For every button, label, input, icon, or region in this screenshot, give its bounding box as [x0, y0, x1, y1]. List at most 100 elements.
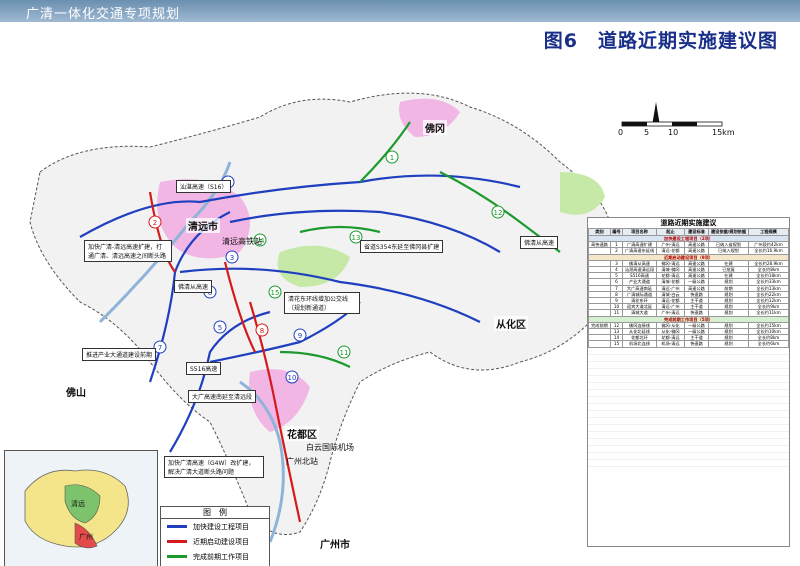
place-qingyuan: 清远市: [186, 218, 220, 233]
scale-tick-15: 15km: [712, 128, 735, 137]
svg-text:8: 8: [260, 327, 264, 335]
place-airport: 白云国际机场: [306, 443, 354, 452]
scale-bar: 0 5 10 15km: [614, 102, 774, 148]
legend-row: 完成前期工作项目: [161, 549, 269, 564]
table-header: 工程规模: [748, 228, 789, 236]
plan-table: 类别 编号 项目名称 起止 建设标准 建设依据/规划依据 工程规模 加快建设工程…: [588, 228, 789, 348]
svg-text:2: 2: [153, 219, 157, 227]
callout-4: 佛清从高速: [520, 236, 559, 249]
svg-text:3: 3: [230, 254, 234, 262]
table-header: 建设标准: [684, 228, 709, 236]
callout-1: 加快广清-清远高速扩建，打通广清、清远高速之间断头路: [84, 240, 172, 262]
table-cell: 高速公路: [684, 272, 709, 280]
table-row: 15 机场北连线 机场-清远 快速路 规划 全长约6km: [588, 340, 789, 348]
scale-tick-0: 0: [618, 128, 624, 137]
legend-row: 近期启动建设项目: [161, 534, 269, 549]
table-cell: 快速路: [684, 340, 709, 348]
table-cell: 广清高速东延线: [622, 247, 657, 255]
place-gz-north: 广州北站: [286, 457, 318, 466]
svg-text:10: 10: [288, 374, 297, 382]
route-badge-15: 15: [268, 285, 282, 299]
route-badge-9: 9: [293, 328, 307, 342]
scale-graphic: [621, 102, 723, 127]
document-title: 广清一体化交通专项规划: [26, 7, 181, 22]
table-header: 编号: [610, 228, 623, 236]
table-cell: 全长约16.9km: [748, 247, 789, 255]
route-badge-8: 8: [255, 323, 269, 337]
table-cell: 全长约28.9km: [748, 259, 789, 268]
table-cell: 广州段约42km: [748, 241, 789, 249]
legend-label: 加快建设工程项目: [193, 522, 249, 531]
route-badge-1: 1: [385, 150, 399, 164]
table-row: 13 从化北延线 从化-佛冈 一级公路 规划 全长约10km: [588, 328, 789, 336]
table-cell: 一级公路: [684, 328, 709, 336]
legend-swatch: [167, 555, 187, 558]
callout-6: 推进产业大通道建设前期: [82, 348, 157, 361]
place-foshan: 佛山: [64, 384, 88, 399]
svg-text:5: 5: [218, 324, 222, 332]
legend-swatch: [167, 540, 187, 543]
legend: 图 例 加快建设工程项目 近期启动建设项目 完成前期工作项目: [160, 506, 270, 566]
place-fogang: 佛冈: [423, 120, 447, 135]
svg-text:1: 1: [390, 154, 394, 162]
svg-text:15: 15: [271, 289, 280, 297]
table-cell: 汕湛高速清远段: [622, 265, 657, 274]
table-cell: 广清高速扩建: [622, 241, 657, 249]
inset-label-1: 清远: [71, 499, 85, 508]
table-cell: 广清城际通道: [622, 290, 657, 299]
table-cell: 规划: [708, 340, 749, 348]
svg-text:12: 12: [494, 209, 503, 217]
road-label-shanqing: 汕湛高速（S16）: [176, 180, 232, 193]
table-continuation: [588, 347, 789, 468]
callout-3: 清花东环线增加公交线（规划新通道）: [284, 292, 360, 314]
inset-svg: 清远 广州: [24, 469, 129, 549]
table-cell: 完成前期: [588, 321, 611, 330]
route-badge-2: 2: [148, 215, 162, 229]
svg-text:11: 11: [340, 349, 349, 357]
table-header: 项目名称: [622, 228, 657, 236]
legend-title: 图 例: [161, 507, 269, 519]
inset-label-2: 广州: [79, 532, 93, 541]
scale-tick-5: 5: [644, 128, 650, 137]
table-cell: 机场-清远: [656, 340, 685, 348]
table-body: 加快建设工程项目（2项） 高快速路 1 广清高速扩建 广州-清远 高速公路 已纳入省规划 广州…: [588, 234, 789, 348]
table-header-row: 类别 编号 项目名称 起止 建设标准 建设依据/规划依据 工程规模: [588, 228, 789, 236]
road-label-s516: S516高速: [186, 362, 222, 375]
table-cell: [588, 340, 611, 348]
place-guangzhou: 广州市: [318, 536, 352, 551]
place-conghua: 从化区: [494, 316, 528, 331]
route-badge-3: 3: [225, 250, 239, 264]
legend-row: 加快建设工程项目: [161, 519, 269, 534]
table-cell: 迎宾大道北延: [622, 303, 657, 311]
svg-text:7: 7: [158, 344, 162, 352]
route-badge-5: 5: [213, 320, 227, 334]
table-cell: 一级公路: [684, 321, 709, 330]
table-header: 起止: [656, 228, 685, 236]
table-header: 建设依据/规划依据: [708, 228, 749, 236]
callout-2: 省道S354东延至佛冈县扩建: [360, 240, 444, 253]
scale-tick-10: 10: [668, 128, 679, 137]
table-cell: 高快速路: [588, 241, 611, 249]
table-cell: 全长约6km: [748, 340, 789, 348]
place-qingcheng-hub: 清远高铁站: [222, 237, 262, 246]
table-cell: 高速公路: [684, 284, 709, 292]
table-cell: 高速公路: [684, 265, 709, 274]
table-cell: 高速公路: [684, 241, 709, 249]
place-huadu: 花都区: [285, 426, 319, 441]
route-badge-12: 12: [491, 205, 505, 219]
header-band: 广清一体化交通专项规划: [0, 0, 800, 22]
legend-swatch: [167, 525, 187, 528]
table-row: 完成前期 12 佛冈连接线 佛冈-从化 一级公路 规划 全长约15km: [588, 321, 789, 330]
route-badge-11: 11: [337, 345, 351, 359]
table-header: 类别: [588, 228, 611, 236]
table-cell: 15: [610, 340, 623, 348]
table-cell: 机场北连线: [622, 340, 657, 348]
route-badge-10: 10: [285, 370, 299, 384]
table-cell: 大广高速南延: [622, 284, 657, 292]
table-title: 道路近期实施建议: [660, 219, 717, 227]
road-label-yinglong: 佛清从高速: [174, 280, 213, 293]
legend-label: 完成前期工作项目: [193, 552, 249, 561]
callout-7: 加快广清高速（G4W）改扩建，解决广清大道断头路问题: [164, 456, 264, 478]
inset-map: 清远 广州: [4, 450, 158, 566]
legend-label: 近期启动建设项目: [193, 537, 249, 546]
